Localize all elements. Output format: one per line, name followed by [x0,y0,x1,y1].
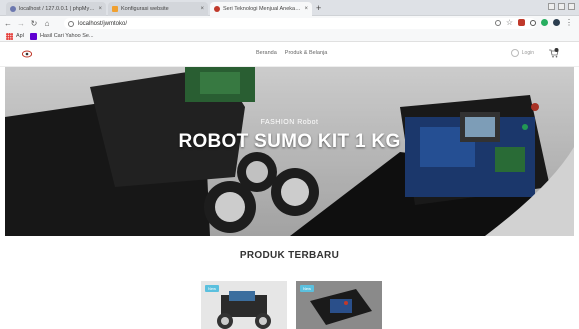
star-icon[interactable]: ☆ [506,19,513,27]
apps-icon [6,32,13,40]
site-nav: Beranda Produk & Belanja [256,50,327,56]
user-icon [510,49,519,57]
cart-icon[interactable] [548,48,559,58]
extension-red-icon[interactable] [518,19,525,26]
browser-window: localhost / 127.0.0.1 | phpMyAd × Konfig… [0,0,579,329]
site-logo-icon[interactable] [22,50,32,58]
maximize-icon[interactable] [558,3,565,10]
section-title-produk-terbaru: PRODUK TERBARU [239,250,340,261]
forward-icon[interactable]: → [16,19,26,28]
bookmarks-bar: Apl Hasil Cari Yahoo Se... [0,31,579,42]
bookmark-apps[interactable]: Apl [6,32,24,40]
search-icon[interactable] [494,19,501,26]
new-badge: New [205,285,220,292]
bookmark-label: Hasil Cari Yahoo Se... [39,33,94,39]
site-header: Beranda Produk & Belanja Login [0,42,579,67]
menu-icon[interactable]: ⋮ [565,19,573,27]
tab-strip: localhost / 127.0.0.1 | phpMyAd × Konfig… [0,0,579,16]
login-label: Login [521,50,534,56]
bookmark-yahoo[interactable]: Hasil Cari Yahoo Se... [29,32,94,40]
hero-banner[interactable]: FASHION Robot ROBOT SUMO KIT 1 KG [5,67,574,236]
yahoo-icon [29,32,37,40]
close-icon[interactable]: × [304,6,308,12]
hero-title: ROBOT SUMO KIT 1 KG [178,131,401,152]
home-icon[interactable]: ⌂ [42,19,52,28]
new-badge: New [300,285,315,292]
info-icon[interactable] [68,20,74,27]
nav-produk-belanja[interactable]: Produk & Belanja [285,50,328,56]
browser-toolbar: ← → ↻ ⌂ localhost/jwmtoko/ ☆ ⋮ [0,16,579,31]
reload-icon[interactable]: ↻ [29,19,39,28]
close-window-icon[interactable] [568,3,575,10]
tab-title: Seri Teknologi Menjual Aneka Ro [223,6,302,12]
new-tab-button[interactable]: + [316,2,321,14]
extension-search-icon[interactable] [530,19,536,26]
minimize-icon[interactable] [548,3,555,10]
address-bar[interactable]: localhost/jwmtoko/ [64,18,536,29]
config-icon [112,6,118,12]
tab-title: localhost / 127.0.0.1 | phpMyAd [19,6,96,12]
site-icon [214,6,220,12]
tab-seri-teknologi[interactable]: Seri Teknologi Menjual Aneka Ro × [210,2,312,16]
profile-icon[interactable] [553,19,560,26]
extension-icons: ☆ ⋮ [494,19,573,27]
address-text: localhost/jwmtoko/ [78,20,128,27]
hero-subtitle: FASHION Robot [260,119,319,126]
tab-phpmyadmin[interactable]: localhost / 127.0.0.1 | phpMyAd × [6,2,106,16]
phpmyadmin-icon [10,6,16,12]
product-card[interactable]: New [296,281,382,329]
close-icon[interactable]: × [98,6,102,12]
site-header-actions: Login [510,48,559,58]
tab-title: Konfigurasi website [121,6,169,12]
login-link[interactable]: Login [510,49,534,57]
extension-green-icon[interactable] [541,19,548,26]
window-controls [548,3,575,10]
close-icon[interactable]: × [200,6,204,12]
back-icon[interactable]: ← [3,19,13,28]
tab-konfigurasi[interactable]: Konfigurasi website × [108,2,208,16]
bookmark-label: Apl [16,33,24,39]
nav-beranda[interactable]: Beranda [256,50,277,56]
product-card[interactable]: New [201,281,287,329]
